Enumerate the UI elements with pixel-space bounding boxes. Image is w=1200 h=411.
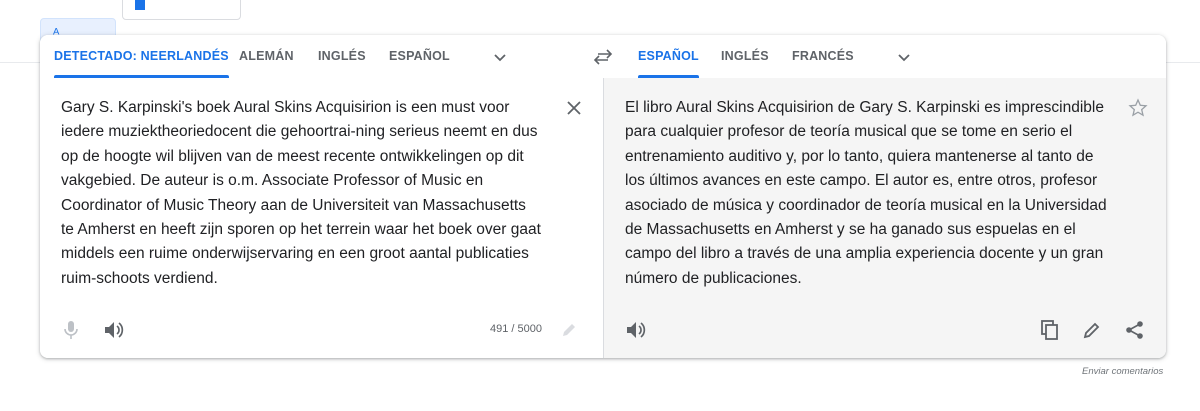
tab-source-english[interactable]: INGLÉS xyxy=(318,35,366,78)
translator-card: DETECTADO: NEERLANDÉS ALEMÁN INGLÉS ESPA… xyxy=(40,35,1166,358)
tab-target-spanish[interactable]: ESPAÑOL xyxy=(638,35,699,78)
target-line: campo del libro a través de una amplia e… xyxy=(625,245,1104,263)
edit-icon[interactable] xyxy=(1081,319,1103,341)
target-pane: El libro Aural Skins Acquisirion de Gary… xyxy=(603,78,1166,358)
pencil-icon[interactable] xyxy=(560,321,578,339)
source-line: vakgebied. De auteur is o.m. Associate P… xyxy=(61,172,484,190)
source-line: iedere muziektheoriedocent die gehoortra… xyxy=(61,123,538,141)
source-line: Coordinator of Music Theory aan de Unive… xyxy=(61,196,526,214)
translation-output: El libro Aural Skins Acquisirion de Gary… xyxy=(625,96,1125,291)
source-pane: Gary S. Karpinski's boek Aural Skins Acq… xyxy=(40,78,603,358)
target-line: los últimos avances en este campo. El au… xyxy=(625,172,1098,190)
character-count: 491 / 5000 xyxy=(490,323,542,335)
share-icon[interactable] xyxy=(1124,319,1146,341)
target-line: número de publicaciones. xyxy=(625,269,802,287)
close-icon[interactable] xyxy=(564,98,584,118)
star-outline-icon[interactable] xyxy=(1128,98,1148,118)
tab-source-detected[interactable]: DETECTADO: NEERLANDÉS xyxy=(54,35,229,78)
swap-languages-icon[interactable] xyxy=(592,47,614,67)
source-line: op de hoogte wil blijven van de meest re… xyxy=(61,147,524,165)
target-line: asociado de música y coordinador de teor… xyxy=(625,196,1107,214)
target-line: para cualquier profesor de teoría musica… xyxy=(625,123,1073,141)
source-line: Gary S. Karpinski's boek Aural Skins Acq… xyxy=(61,99,510,116)
target-line: entrenamiento auditivo y, por lo tanto, … xyxy=(625,147,1094,165)
source-textarea[interactable]: Gary S. Karpinski's boek Aural Skins Acq… xyxy=(61,96,561,291)
document-icon xyxy=(135,0,145,10)
speaker-icon[interactable] xyxy=(624,319,646,341)
send-feedback-link[interactable]: Enviar comentarios xyxy=(1082,366,1163,377)
documents-mode-button[interactable] xyxy=(122,0,241,20)
source-line: middels een ruime onderwijservaring en e… xyxy=(61,245,529,263)
tab-target-english[interactable]: INGLÉS xyxy=(721,35,769,78)
copy-icon[interactable] xyxy=(1039,319,1061,341)
microphone-icon[interactable] xyxy=(60,319,82,341)
language-bar: DETECTADO: NEERLANDÉS ALEMÁN INGLÉS ESPA… xyxy=(40,35,1166,79)
speaker-icon[interactable] xyxy=(102,319,124,341)
source-line: te Amherst en heeft zijn sporen op het t… xyxy=(61,221,541,239)
tab-target-french[interactable]: FRANCÉS xyxy=(792,35,854,78)
target-line: de Massachusetts en Amherst y se ha gana… xyxy=(625,221,1076,239)
chevron-down-icon[interactable] xyxy=(492,49,508,65)
tab-source-german[interactable]: ALEMÁN xyxy=(239,35,294,78)
source-line: ruim-schoots verdiend. xyxy=(61,269,218,287)
target-line: El libro Aural Skins Acquisirion de Gary… xyxy=(625,99,1104,116)
chevron-down-icon[interactable] xyxy=(896,49,912,65)
tab-source-spanish[interactable]: ESPAÑOL xyxy=(389,35,450,78)
